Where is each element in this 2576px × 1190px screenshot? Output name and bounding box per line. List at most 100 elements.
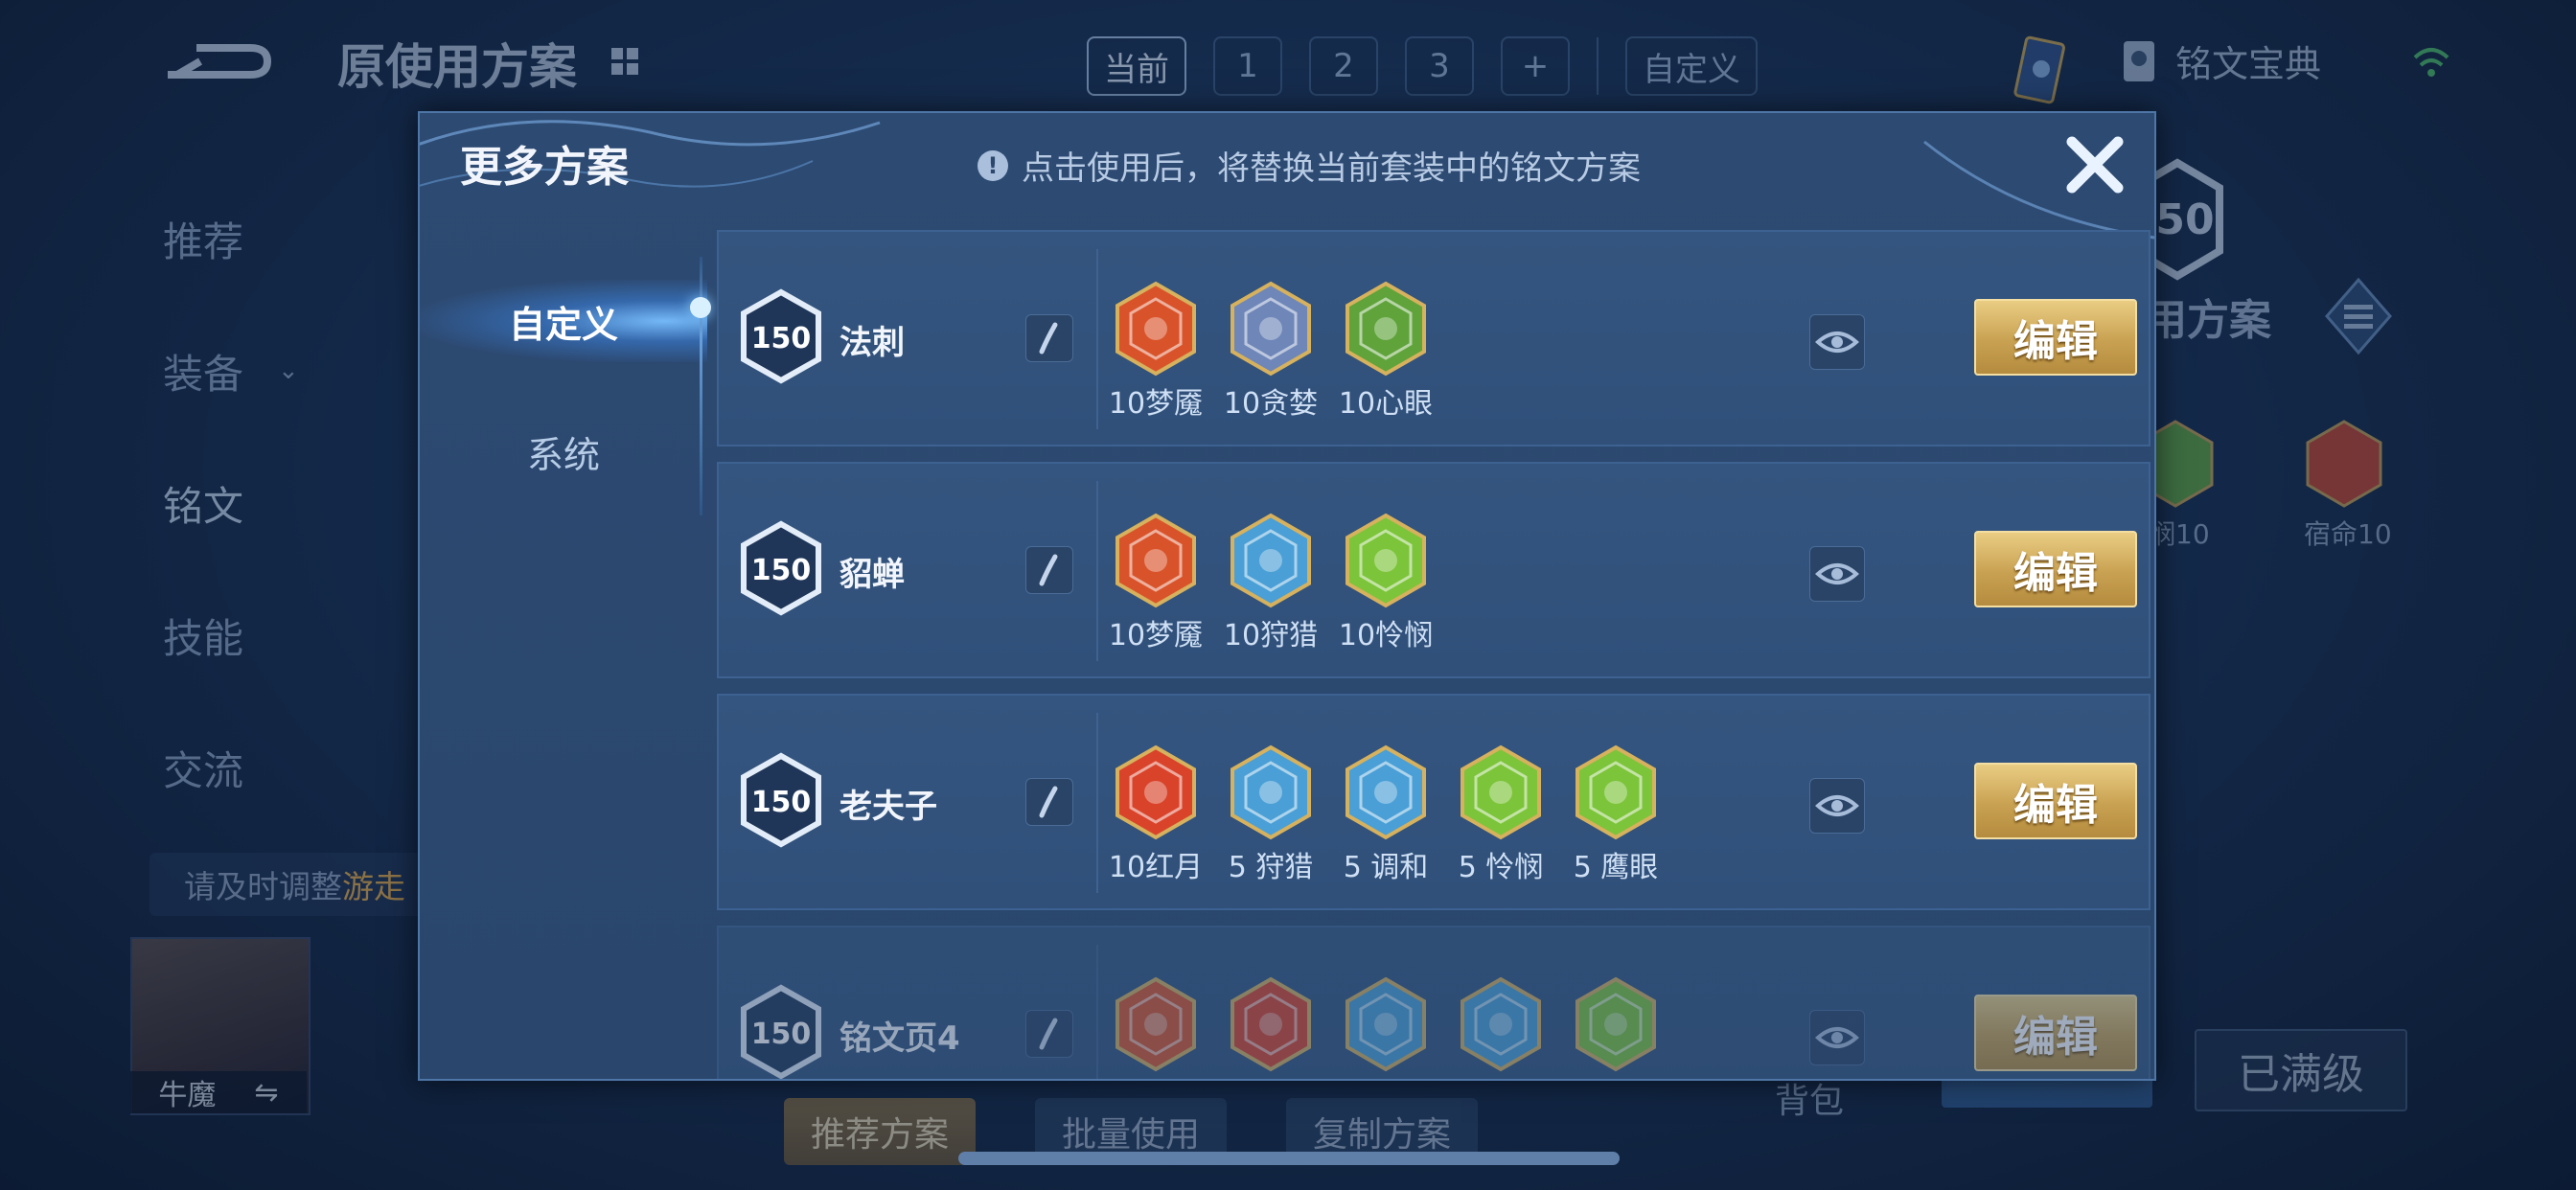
hero-name-bar[interactable]: 牛魔 ⇋ bbox=[130, 1071, 307, 1113]
rune-item[interactable]: 5 怜悯 bbox=[1457, 744, 1545, 885]
list-icon[interactable] bbox=[2323, 276, 2394, 356]
plan-tab-3[interactable]: 3 bbox=[1405, 36, 1474, 96]
wifi-icon bbox=[2413, 48, 2450, 77]
svg-text:50: 50 bbox=[2155, 195, 2214, 244]
close-icon[interactable] bbox=[2057, 126, 2133, 203]
rune-icon bbox=[1576, 976, 1656, 1072]
card-icon[interactable] bbox=[2009, 33, 2070, 109]
side-nav-label: 装备 bbox=[163, 350, 244, 398]
side-nav-item-recommend[interactable]: 推荐 bbox=[163, 172, 355, 305]
level-badge-icon: 150 bbox=[741, 752, 821, 848]
notice-text: 请及时调整 bbox=[184, 868, 342, 905]
rename-icon[interactable] bbox=[1025, 1010, 1073, 1058]
rune-item[interactable] bbox=[1457, 975, 1545, 1075]
rune-item[interactable]: 5 鹰眼 bbox=[1572, 744, 1660, 885]
rune-label: 10贪婪 bbox=[1223, 387, 1319, 421]
rune-item[interactable] bbox=[1572, 975, 1660, 1075]
eye-icon[interactable] bbox=[1809, 546, 1865, 602]
eye-icon[interactable] bbox=[1809, 1010, 1865, 1065]
maxed-button[interactable]: 已满级 bbox=[2195, 1029, 2407, 1111]
rune-item[interactable]: 10梦魇 bbox=[1108, 280, 1204, 422]
rune-icon bbox=[1230, 744, 1311, 840]
edit-button[interactable]: 编辑 bbox=[1974, 763, 2137, 839]
rune-group: 10红月 5 狩猎 5 调和 5 怜悯 5 鹰眼 bbox=[1108, 744, 1660, 885]
swap-icon: ⇋ bbox=[254, 1075, 279, 1110]
eye-icon[interactable] bbox=[1809, 314, 1865, 370]
rune-item[interactable]: 5 狩猎 bbox=[1227, 744, 1315, 885]
rune-icon bbox=[1460, 976, 1541, 1072]
level-badge-icon: 150 bbox=[741, 984, 821, 1079]
plan-tabs: 当前 1 2 3 + 自定义 bbox=[1087, 34, 1758, 98]
svg-text:150: 150 bbox=[751, 554, 812, 587]
plan-name: 铭文页4 bbox=[840, 1019, 960, 1058]
rune-item[interactable] bbox=[1112, 975, 1200, 1075]
plan-name: 法刺 bbox=[840, 324, 905, 362]
rune-label: 5 调和 bbox=[1343, 851, 1429, 884]
plan-tab-custom[interactable]: 自定义 bbox=[1625, 36, 1758, 96]
rune-label: 5 怜悯 bbox=[1458, 851, 1544, 884]
rune-icon bbox=[1116, 513, 1196, 608]
divider bbox=[1597, 37, 1598, 95]
rune-item[interactable]: 10贪婪 bbox=[1223, 280, 1319, 422]
rename-icon[interactable] bbox=[1025, 314, 1073, 362]
rune-item[interactable]: 5 调和 bbox=[1342, 744, 1430, 885]
level-badge-icon: 150 bbox=[741, 520, 821, 616]
rename-icon[interactable] bbox=[1025, 778, 1073, 826]
tab-custom[interactable]: 自定义 bbox=[420, 268, 707, 374]
rune-label: 5 狩猎 bbox=[1228, 851, 1314, 884]
plan-tab-1[interactable]: 1 bbox=[1213, 36, 1282, 96]
rune-item[interactable] bbox=[1342, 975, 1430, 1075]
rune-item[interactable]: 10红月 bbox=[1108, 744, 1204, 885]
edit-button[interactable]: 编辑 bbox=[1974, 531, 2137, 607]
rune-icon bbox=[1346, 513, 1426, 608]
edit-button[interactable]: 编辑 bbox=[1974, 299, 2137, 376]
rename-icon[interactable] bbox=[1025, 546, 1073, 594]
tab-indicator-line bbox=[700, 257, 702, 515]
tab-system[interactable]: 系统 bbox=[420, 399, 707, 504]
rune-label: 10红月 bbox=[1108, 851, 1204, 884]
rune-icon bbox=[1116, 976, 1196, 1072]
rune-icon bbox=[1116, 744, 1196, 840]
more-plans-modal: 更多方案 ! 点击使用后，将替换当前套装中的铭文方案 自定义 系统 150 法刺… bbox=[418, 111, 2156, 1081]
codex-label: 铭文宝典 bbox=[2175, 43, 2322, 85]
hint-row: ! 点击使用后，将替换当前套装中的铭文方案 bbox=[978, 142, 1641, 189]
grid-icon[interactable] bbox=[606, 42, 644, 80]
rune-item[interactable] bbox=[1227, 975, 1315, 1075]
plan-row: 150 貂蝉 10梦魇 10狩猎 10怜悯 编辑 bbox=[717, 462, 2150, 678]
back-icon[interactable] bbox=[158, 36, 273, 86]
rune-label: 宿命10 bbox=[2304, 518, 2392, 550]
home-indicator[interactable] bbox=[958, 1152, 1620, 1165]
modal-title: 更多方案 bbox=[460, 143, 629, 192]
rune-item[interactable]: 10梦魇 bbox=[1108, 512, 1204, 653]
recommend-plan-button[interactable]: 推荐方案 bbox=[784, 1098, 977, 1165]
divider bbox=[1096, 249, 1098, 429]
side-nav: 推荐 装备 ⌄ 铭文 技能 交流 bbox=[163, 172, 355, 834]
svg-text:150: 150 bbox=[751, 1018, 812, 1051]
rune-label: 10梦魇 bbox=[1108, 619, 1204, 652]
rune-icon bbox=[1460, 744, 1541, 840]
codex-button[interactable]: 铭文宝典 bbox=[2120, 34, 2321, 87]
hint-text: 点击使用后，将替换当前套装中的铭文方案 bbox=[1022, 149, 1641, 188]
side-nav-item-inscription[interactable]: 铭文 bbox=[163, 437, 355, 569]
rune-label: 10梦魇 bbox=[1108, 387, 1204, 421]
page-title: 原使用方案 bbox=[337, 39, 577, 95]
svg-text:150: 150 bbox=[751, 322, 812, 355]
rune-icon bbox=[1230, 513, 1311, 608]
plan-list[interactable]: 150 法刺 10梦魇 10贪婪 10心眼 编辑 150 貂蝉 10梦魇 10狩猎 10… bbox=[717, 230, 2150, 1079]
side-nav-item-chat[interactable]: 交流 bbox=[163, 701, 355, 834]
rune-item[interactable]: 10怜悯 bbox=[1339, 512, 1433, 653]
edit-button[interactable]: 编辑 bbox=[1974, 995, 2137, 1071]
side-nav-item-equipment[interactable]: 装备 ⌄ bbox=[163, 305, 355, 437]
side-nav-item-skill[interactable]: 技能 bbox=[163, 569, 355, 701]
rune-label: 10狩猎 bbox=[1223, 619, 1319, 652]
plan-tab-2[interactable]: 2 bbox=[1309, 36, 1378, 96]
level-badge-icon: 150 bbox=[741, 288, 821, 384]
plan-tab-current[interactable]: 当前 bbox=[1087, 36, 1186, 96]
plan-tab-add[interactable]: + bbox=[1501, 36, 1570, 96]
rune-item[interactable]: 10心眼 bbox=[1339, 280, 1433, 422]
right-plan-title: 用方案 bbox=[2145, 296, 2271, 345]
rune-item[interactable]: 10狩猎 bbox=[1223, 512, 1319, 653]
modal-tabs: 自定义 系统 bbox=[420, 218, 707, 1079]
eye-icon[interactable] bbox=[1809, 778, 1865, 834]
hero-name: 牛魔 bbox=[158, 1079, 217, 1112]
